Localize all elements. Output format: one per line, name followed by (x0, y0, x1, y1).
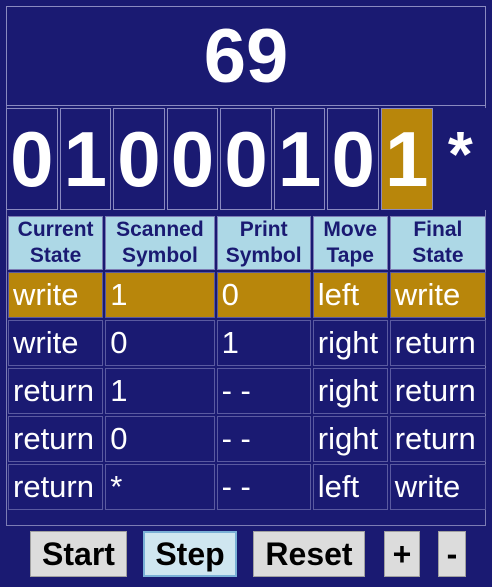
table-row[interactable]: return 0 - - right return (8, 416, 486, 462)
cell-current-state: return (8, 416, 104, 462)
cell-print-symbol: - - (216, 464, 311, 510)
step-button[interactable]: Step (143, 531, 237, 577)
transition-table: Current State Scanned Symbol Print Symbol M… (6, 214, 488, 512)
tape-cell[interactable]: 1 (59, 108, 112, 210)
table-row[interactable]: write 0 1 right return (8, 320, 486, 366)
table-row[interactable]: return * - - left write (8, 464, 486, 510)
tape-cell-head[interactable]: 1 (380, 108, 433, 210)
tape-cell[interactable]: 0 (220, 108, 272, 210)
cell-move-tape: right (312, 416, 388, 462)
cell-print-symbol: - - (216, 416, 311, 462)
tape-cell[interactable]: 0 (6, 108, 58, 210)
header-scanned-symbol: Scanned Symbol (105, 216, 215, 270)
cell-print-symbol: 1 (216, 320, 311, 366)
tape-cell[interactable]: 1 (273, 108, 326, 210)
step-counter: 69 (6, 6, 486, 106)
start-button[interactable]: Start (30, 531, 127, 577)
tape-end-marker: * (434, 108, 487, 210)
tape-cell[interactable]: 0 (166, 108, 219, 210)
table-row[interactable]: write 1 0 left write (8, 272, 486, 318)
header-current-state: Current State (8, 216, 104, 270)
table-header-row: Current State Scanned Symbol Print Symbol M… (8, 216, 486, 270)
cell-scanned-symbol: 1 (105, 368, 215, 414)
minus-button[interactable]: - (438, 531, 466, 577)
cell-scanned-symbol: 0 (105, 320, 215, 366)
tape: 0 1 0 0 0 1 0 1 * (6, 108, 487, 210)
cell-move-tape: left (312, 272, 388, 318)
cell-final-state: return (389, 320, 486, 366)
header-move-tape: Move Tape (312, 216, 388, 270)
cell-scanned-symbol: * (105, 464, 215, 510)
header-print-symbol: Print Symbol (216, 216, 311, 270)
header-final-state: Final State (389, 216, 486, 270)
cell-print-symbol: 0 (216, 272, 311, 318)
cell-move-tape: right (312, 368, 388, 414)
cell-move-tape: left (312, 464, 388, 510)
cell-final-state: return (389, 416, 486, 462)
cell-final-state: return (389, 368, 486, 414)
cell-current-state: return (8, 368, 104, 414)
table-row[interactable]: return 1 - - right return (8, 368, 486, 414)
cell-current-state: write (8, 320, 104, 366)
reset-button[interactable]: Reset (253, 531, 365, 577)
cell-scanned-symbol: 1 (105, 272, 215, 318)
cell-print-symbol: - - (216, 368, 311, 414)
cell-scanned-symbol: 0 (105, 416, 215, 462)
cell-final-state: write (389, 272, 486, 318)
cell-final-state: write (389, 464, 486, 510)
plus-button[interactable]: + (384, 531, 420, 577)
cell-current-state: return (8, 464, 104, 510)
control-bar: Start Step Reset + - (0, 531, 492, 579)
cell-current-state: write (8, 272, 104, 318)
tape-cell[interactable]: 0 (113, 108, 165, 210)
cell-move-tape: right (312, 320, 388, 366)
tape-cell[interactable]: 0 (327, 108, 379, 210)
